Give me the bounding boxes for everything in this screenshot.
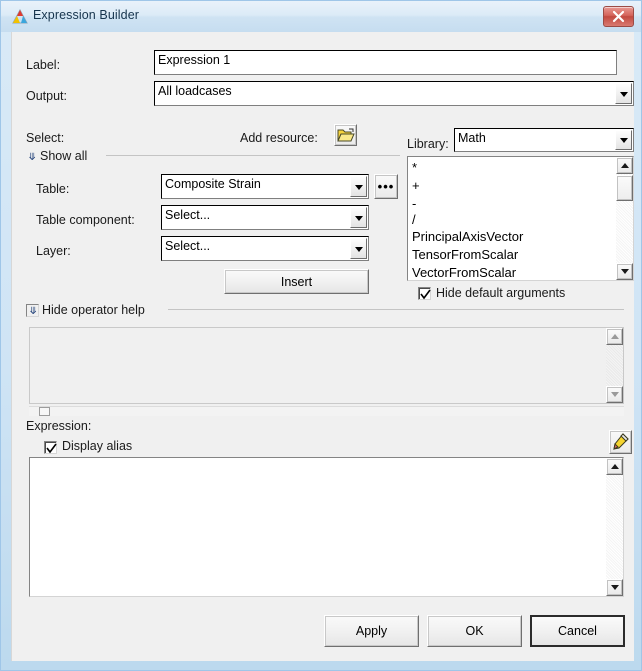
list-item[interactable]: PrincipalAxisVector <box>412 229 523 244</box>
table-component-combo-value: Select... <box>165 208 211 222</box>
ellipsis-icon: ••• <box>377 178 395 194</box>
scroll-down-button[interactable] <box>606 579 623 596</box>
show-all-separator <box>106 155 400 156</box>
hide-default-arguments-label[interactable]: Hide default arguments <box>436 286 565 300</box>
table-component-combo[interactable]: Select... <box>161 205 369 230</box>
library-combo-value: Math <box>458 131 486 145</box>
table-combo-value: Composite Strain <box>165 177 261 191</box>
output-combo[interactable]: All loadcases <box>154 81 634 106</box>
scroll-thumb[interactable] <box>39 407 50 416</box>
output-caption: Output: <box>26 89 67 103</box>
hide-operator-help-label[interactable]: Hide operator help <box>42 303 145 317</box>
layer-combo[interactable]: Select... <box>161 236 369 261</box>
chevron-down-icon[interactable] <box>350 238 367 259</box>
list-item[interactable]: * <box>412 160 417 175</box>
chevron-down-icon[interactable] <box>350 207 367 228</box>
operator-help-scrollbar[interactable] <box>606 328 623 403</box>
show-all-label[interactable]: Show all <box>40 149 87 163</box>
label-caption: Label: <box>26 58 61 72</box>
list-item[interactable]: - <box>412 196 416 211</box>
scroll-thumb[interactable] <box>616 175 633 201</box>
title-bar[interactable]: Expression Builder <box>1 1 641 32</box>
library-list-scrollbar[interactable] <box>616 157 633 280</box>
expression-textarea[interactable] <box>29 457 624 597</box>
pencil-icon <box>613 433 629 450</box>
chevron-down-icon: ⤋ <box>29 306 38 317</box>
dialog-client-area: Label: Expression 1 Output: All loadcase… <box>11 32 634 661</box>
list-item[interactable]: + <box>412 178 420 193</box>
scroll-up-button[interactable] <box>616 157 633 174</box>
hide-operator-help-toggle[interactable]: ⤋ <box>26 304 39 317</box>
library-caption: Library: <box>407 137 449 151</box>
label-input[interactable]: Expression 1 <box>154 50 617 75</box>
window-title: Expression Builder <box>33 8 140 22</box>
hide-default-arguments-checkbox[interactable] <box>418 287 431 300</box>
add-resource-caption: Add resource: <box>240 131 318 145</box>
chevron-down-icon[interactable] <box>350 176 367 197</box>
library-list[interactable]: * + - / PrincipalAxisVector TensorFromSc… <box>407 156 634 281</box>
output-combo-value: All loadcases <box>158 84 232 98</box>
expression-builder-window: Expression Builder Label: Expression 1 O… <box>0 0 642 671</box>
select-caption: Select: <box>26 131 65 145</box>
layer-caption: Layer: <box>36 244 71 258</box>
list-item[interactable]: TensorFromScalar <box>412 247 518 262</box>
table-combo[interactable]: Composite Strain <box>161 174 369 199</box>
list-item[interactable]: VectorFromScalar <box>412 265 516 280</box>
close-icon <box>612 10 625 23</box>
edit-expression-button[interactable] <box>609 430 632 454</box>
altair-triangle-icon <box>12 8 28 24</box>
display-alias-label[interactable]: Display alias <box>62 439 132 453</box>
table-browse-button[interactable]: ••• <box>374 174 398 199</box>
chevron-down-icon[interactable] <box>615 130 632 150</box>
table-caption: Table: <box>36 182 70 196</box>
chevron-down-icon[interactable] <box>615 83 632 104</box>
expression-scrollbar[interactable] <box>606 458 623 596</box>
open-folder-icon <box>337 128 355 142</box>
expression-caption: Expression: <box>26 419 92 433</box>
scroll-down-button[interactable] <box>616 263 633 280</box>
operator-help-textarea[interactable] <box>29 327 624 404</box>
layer-combo-value: Select... <box>165 239 211 253</box>
list-item[interactable]: / <box>412 212 416 227</box>
scroll-down-button[interactable] <box>606 386 623 403</box>
add-resource-button[interactable] <box>334 124 357 146</box>
check-icon <box>46 443 57 454</box>
operator-help-separator <box>168 309 624 310</box>
close-button[interactable] <box>603 6 634 27</box>
library-combo[interactable]: Math <box>454 128 634 152</box>
ok-button[interactable]: OK <box>427 615 522 647</box>
table-component-caption: Table component: <box>36 213 135 227</box>
insert-button[interactable]: Insert <box>224 269 369 294</box>
apply-button[interactable]: Apply <box>324 615 419 647</box>
cancel-button[interactable]: Cancel <box>530 615 625 647</box>
scroll-up-button[interactable] <box>606 458 623 475</box>
operator-help-hscrollbar[interactable] <box>29 406 624 416</box>
scroll-up-button[interactable] <box>606 328 623 345</box>
check-icon <box>420 289 431 300</box>
display-alias-checkbox[interactable] <box>44 441 57 454</box>
show-all-chevron-down-icon[interactable]: ⤋ <box>28 153 36 163</box>
